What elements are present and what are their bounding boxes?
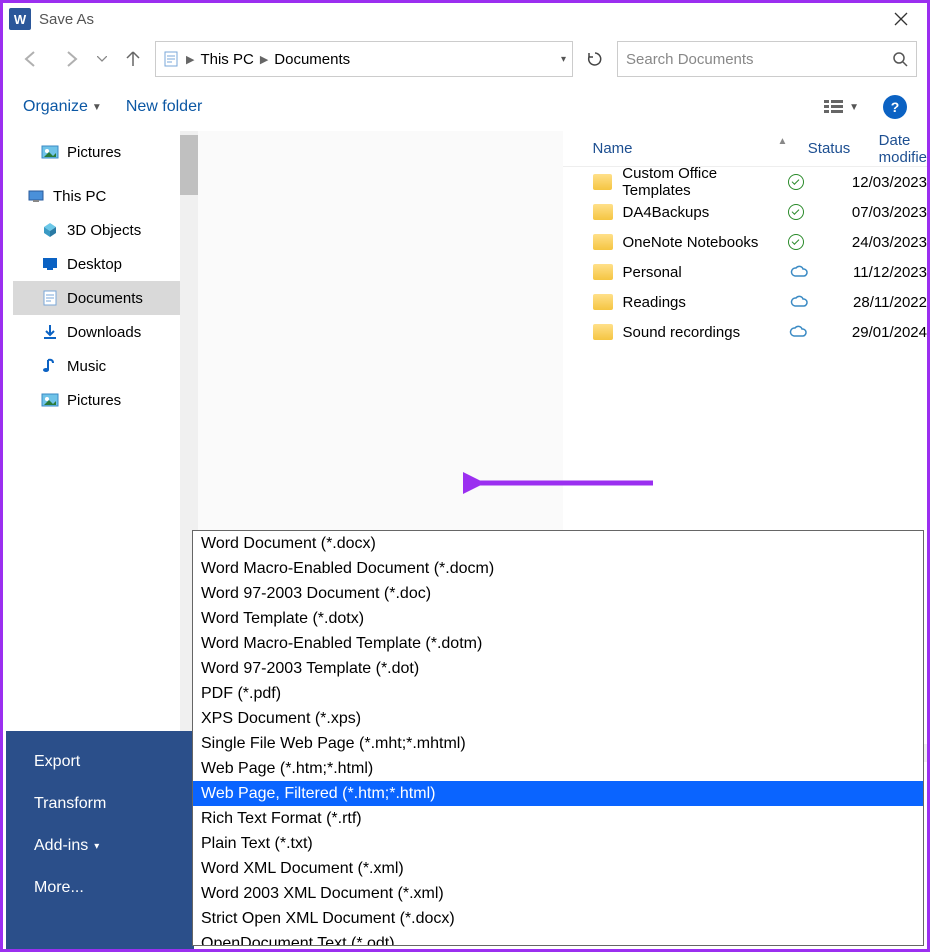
back-button[interactable] [13, 41, 49, 77]
pictures-icon [41, 391, 59, 409]
column-headers: Name▲ Status Date modifie [563, 131, 928, 167]
status-cloud-icon [789, 265, 809, 279]
status-cloud-icon [789, 295, 809, 309]
folder-icon [593, 234, 613, 250]
backstage-item-export[interactable]: Export [6, 741, 194, 783]
sidebar-item-3d-objects[interactable]: 3D Objects [13, 213, 198, 247]
word-app-icon: W [9, 8, 31, 30]
desktop-icon [41, 255, 59, 273]
savetype-option[interactable]: Strict Open XML Document (*.docx) [193, 906, 923, 931]
column-name[interactable]: Name▲ [563, 140, 808, 157]
new-folder-button[interactable]: New folder [126, 98, 202, 116]
backstage-item-transform[interactable]: Transform [6, 783, 194, 825]
sort-arrow-icon: ▲ [778, 136, 788, 147]
address-bar[interactable]: ▶ This PC ▶ Documents ▾ [155, 41, 573, 77]
sidebar-item-downloads[interactable]: Downloads [13, 315, 198, 349]
breadcrumb-this-pc[interactable]: This PC [200, 51, 253, 68]
sidebar-item-desktop[interactable]: Desktop [13, 247, 198, 281]
status-synced-icon [788, 204, 804, 220]
toolbar: Organize ▼ New folder ▼ ? [3, 83, 927, 131]
sidebar-item-this-pc[interactable]: This PC [13, 179, 198, 213]
savetype-option[interactable]: Word Macro-Enabled Template (*.dotm) [193, 631, 923, 656]
nav-row: ▶ This PC ▶ Documents ▾ [3, 35, 927, 83]
folder-icon [593, 264, 613, 280]
refresh-button[interactable] [577, 41, 613, 77]
backstage-panel: ExportTransformAdd-ins▾More... [6, 731, 194, 951]
pictures-icon [41, 143, 59, 161]
backstage-item-more[interactable]: More... [6, 867, 194, 909]
savetype-option[interactable]: Web Page (*.htm;*.html) [193, 756, 923, 781]
savetype-option[interactable]: OpenDocument Text (*.odt) [193, 931, 923, 946]
folder-icon [593, 294, 613, 310]
file-row[interactable]: Custom Office Templates12/03/2023 [563, 167, 928, 197]
column-status[interactable]: Status [808, 140, 879, 157]
documents-icon [41, 289, 59, 307]
savetype-option[interactable]: Word 97-2003 Document (*.doc) [193, 581, 923, 606]
breadcrumb-documents[interactable]: Documents [274, 51, 350, 68]
music-icon [41, 357, 59, 375]
chevron-right-icon: ▶ [260, 53, 268, 66]
file-row[interactable]: Sound recordings29/01/2024 [563, 317, 928, 347]
view-options-button[interactable]: ▼ [823, 98, 859, 116]
document-location-icon [162, 50, 180, 68]
status-cloud-icon [788, 325, 808, 339]
savetype-option[interactable]: Rich Text Format (*.rtf) [193, 806, 923, 831]
search-box[interactable] [617, 41, 917, 77]
forward-button[interactable] [53, 41, 89, 77]
sidebar-item-music[interactable]: Music [13, 349, 198, 383]
savetype-option[interactable]: Word Template (*.dotx) [193, 606, 923, 631]
file-row[interactable]: DA4Backups07/03/2023 [563, 197, 928, 227]
status-synced-icon [788, 234, 804, 250]
savetype-option[interactable]: Word XML Document (*.xml) [193, 856, 923, 881]
close-button[interactable] [881, 4, 921, 34]
savetype-option[interactable]: PDF (*.pdf) [193, 681, 923, 706]
navigation-tree: Pictures This PC3D ObjectsDesktopDocument… [3, 131, 198, 762]
chevron-down-icon: ▾ [94, 841, 99, 852]
file-row[interactable]: OneNote Notebooks24/03/2023 [563, 227, 928, 257]
titlebar: W Save As [3, 3, 927, 35]
sidebar-item-pictures[interactable]: Pictures [13, 135, 198, 169]
backstage-item-addins[interactable]: Add-ins▾ [6, 825, 194, 867]
up-button[interactable] [115, 41, 151, 77]
downloads-icon [41, 323, 59, 341]
savetype-option[interactable]: Word 2003 XML Document (*.xml) [193, 881, 923, 906]
savetype-option[interactable]: XPS Document (*.xps) [193, 706, 923, 731]
folder-icon [593, 204, 613, 220]
3d-icon [41, 221, 59, 239]
window-title: Save As [39, 11, 94, 28]
folder-icon [593, 174, 613, 190]
savetype-option[interactable]: Web Page, Filtered (*.htm;*.html) [193, 781, 923, 806]
help-button[interactable]: ? [883, 95, 907, 119]
search-input[interactable] [626, 51, 892, 68]
savetype-dropdown-list[interactable]: Word Document (*.docx)Word Macro-Enabled… [192, 530, 924, 946]
sidebar-item-pictures[interactable]: Pictures [13, 383, 198, 417]
status-synced-icon [788, 174, 804, 190]
savetype-option[interactable]: Word Macro-Enabled Document (*.docm) [193, 556, 923, 581]
pc-icon [27, 187, 45, 205]
file-row[interactable]: Personal11/12/2023 [563, 257, 928, 287]
search-icon [892, 51, 908, 67]
savetype-option[interactable]: Plain Text (*.txt) [193, 831, 923, 856]
folder-icon [593, 324, 613, 340]
organize-button[interactable]: Organize ▼ [23, 98, 102, 116]
address-dropdown-icon[interactable]: ▾ [561, 54, 566, 65]
savetype-option[interactable]: Word Document (*.docx) [193, 531, 923, 556]
recent-dropdown-icon[interactable] [93, 41, 111, 77]
sidebar-item-documents[interactable]: Documents [13, 281, 198, 315]
chevron-right-icon: ▶ [186, 53, 194, 66]
file-row[interactable]: Readings28/11/2022 [563, 287, 928, 317]
column-date[interactable]: Date modifie [879, 132, 927, 166]
savetype-option[interactable]: Word 97-2003 Template (*.dot) [193, 656, 923, 681]
savetype-option[interactable]: Single File Web Page (*.mht;*.mhtml) [193, 731, 923, 756]
